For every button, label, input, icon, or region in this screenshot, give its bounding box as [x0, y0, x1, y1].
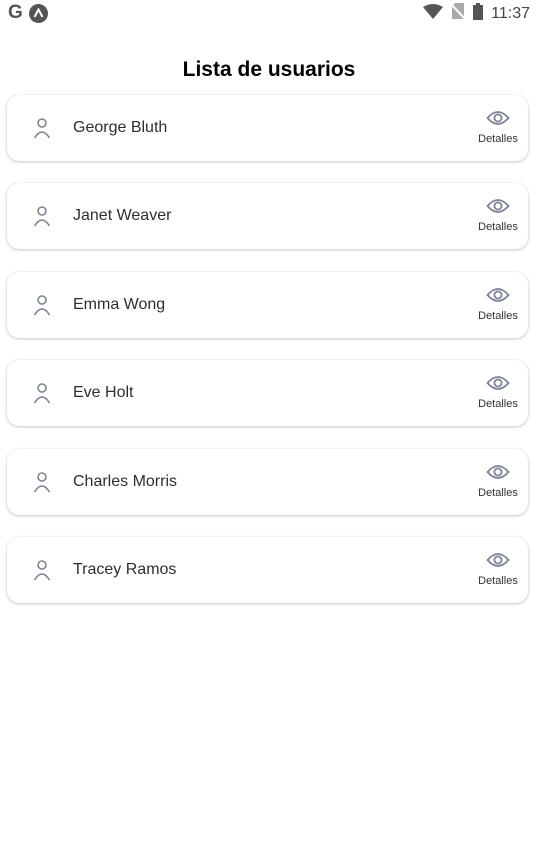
user-list: George Bluth Detalles Janet Weaver Detal…	[7, 95, 528, 625]
eye-icon	[486, 551, 510, 569]
user-name: Tracey Ramos	[73, 560, 177, 578]
status-left: G	[8, 3, 48, 23]
status-time: 11:37	[491, 5, 530, 22]
eye-icon	[486, 109, 510, 127]
user-card[interactable]: George Bluth Detalles	[7, 95, 528, 161]
wifi-icon	[423, 3, 444, 25]
details-label: Detalles	[478, 133, 518, 145]
eye-icon	[486, 197, 510, 215]
details-label: Detalles	[478, 486, 518, 499]
user-icon	[32, 382, 52, 404]
user-icon	[32, 559, 52, 581]
user-name: Charles Morris	[73, 472, 178, 490]
details-button[interactable]: Detalles	[476, 374, 520, 414]
details-label: Detalles	[478, 574, 518, 587]
eye-icon	[486, 286, 510, 304]
google-icon: G	[8, 2, 23, 23]
app-icon	[28, 3, 48, 23]
user-icon	[32, 205, 52, 227]
details-button[interactable]: Detalles	[476, 109, 520, 149]
details-button[interactable]: Detalles	[476, 463, 520, 503]
user-icon	[32, 294, 52, 316]
details-label: Detalles	[478, 398, 518, 411]
page-title: Lista de usuarios	[182, 58, 356, 81]
details-label: Detalles	[478, 221, 518, 234]
user-card[interactable]: Eve Holt Detalles	[7, 360, 528, 427]
user-name: George Bluth	[73, 119, 168, 136]
user-card[interactable]: Janet Weaver Detalles	[7, 183, 528, 250]
details-label: Detalles	[478, 309, 518, 322]
user-icon	[32, 471, 52, 493]
user-name: Janet Weaver	[73, 207, 172, 225]
status-bar: G 11:37	[0, 0, 538, 26]
details-button[interactable]: Detalles	[476, 551, 520, 591]
details-button[interactable]: Detalles	[476, 286, 520, 326]
user-name: Eve Holt	[73, 384, 134, 402]
user-card[interactable]: Emma Wong Detalles	[7, 271, 528, 338]
details-button[interactable]: Detalles	[476, 197, 520, 237]
user-card[interactable]: Charles Morris Detalles	[7, 448, 528, 515]
user-card[interactable]: Tracey Ramos Detalles	[7, 536, 528, 603]
user-name: Emma Wong	[73, 295, 166, 313]
battery-icon	[473, 3, 484, 25]
eye-icon	[486, 463, 510, 481]
status-right: 11:37	[423, 3, 530, 25]
eye-icon	[486, 374, 510, 392]
user-icon	[32, 117, 52, 139]
no-sim-icon	[450, 3, 466, 25]
